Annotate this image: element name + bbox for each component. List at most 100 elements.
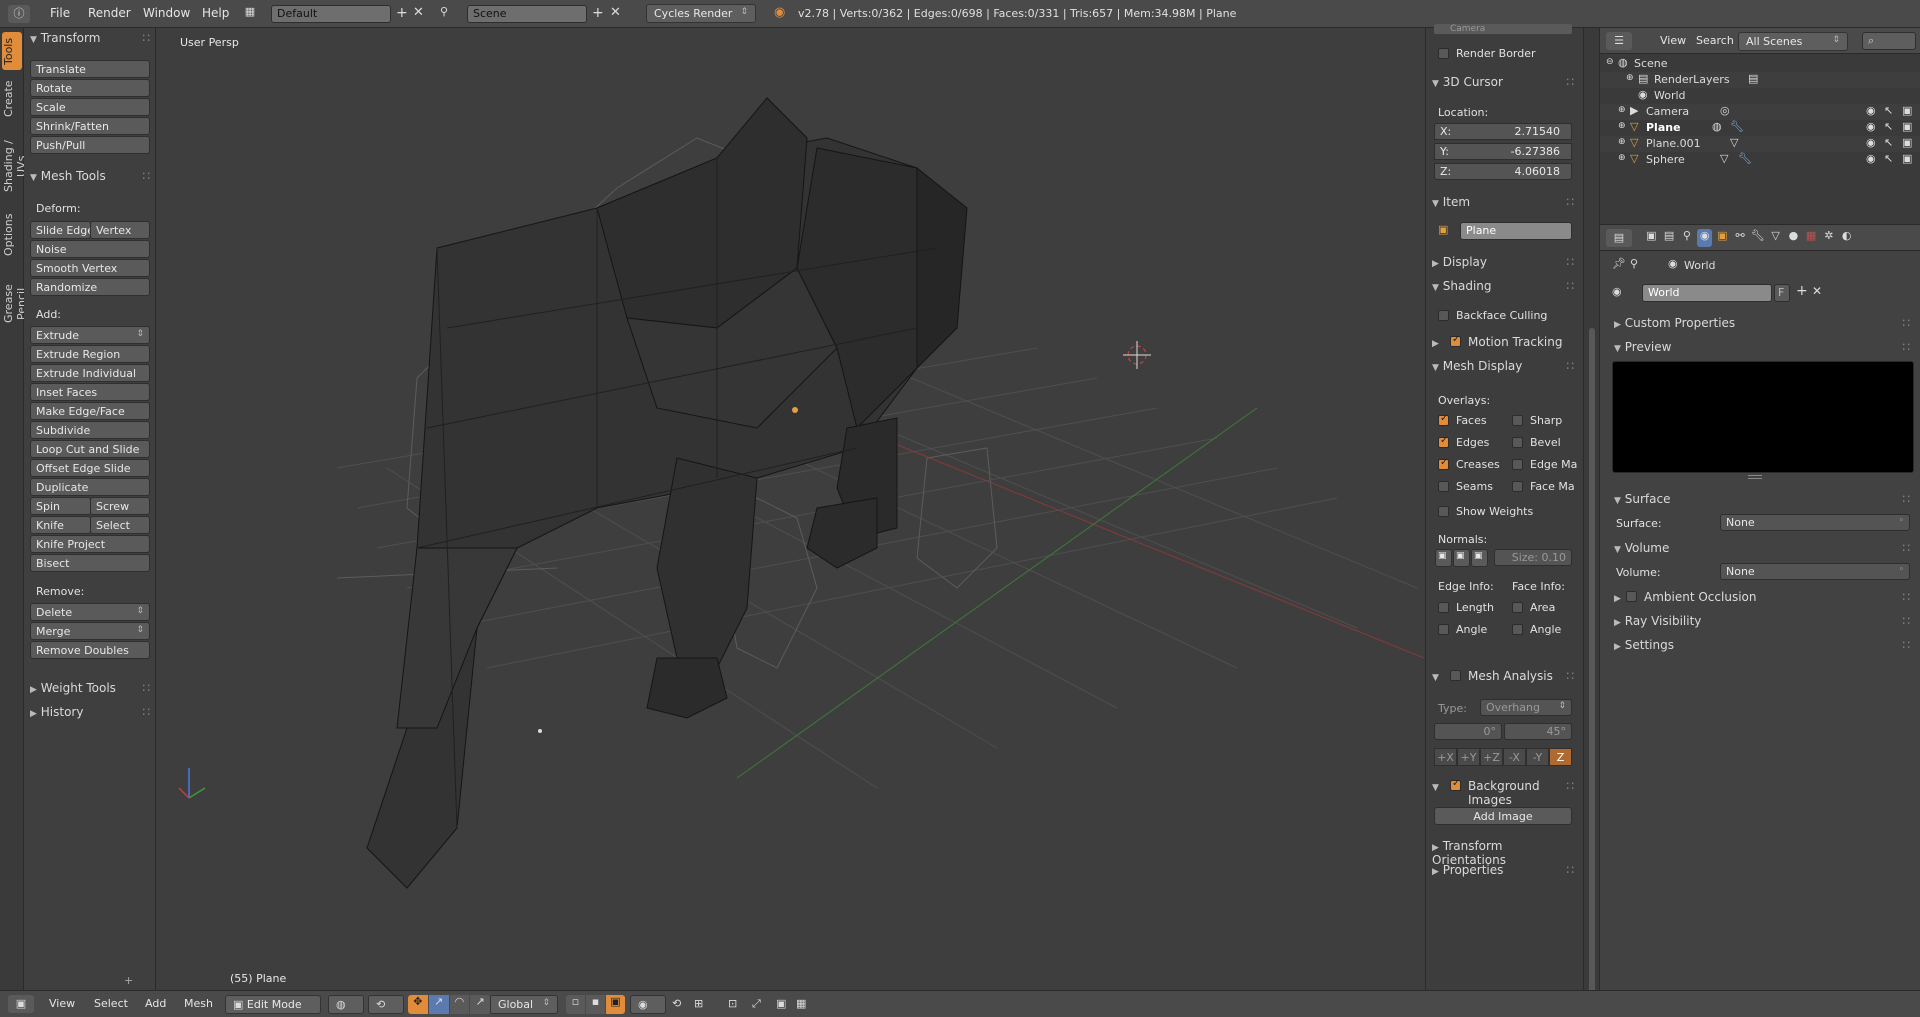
expand-icon[interactable]: ⊕	[1618, 153, 1626, 163]
delete-dropdown[interactable]: Delete ⇕	[30, 603, 150, 621]
face-normals-toggle[interactable]: ▣	[1471, 549, 1488, 567]
outliner-editor-icon[interactable]: ☰	[1606, 32, 1632, 50]
custom-properties-panel-header[interactable]: ▶ Custom Properties ∷	[1608, 313, 1916, 333]
mesh-display-panel-header[interactable]: ▼ Mesh Display ∷	[1426, 356, 1580, 376]
edge-marks-checkbox[interactable]	[1512, 459, 1523, 470]
axis-neg-y-button[interactable]: -Y	[1526, 748, 1549, 766]
constraints-tab-icon[interactable]: ⚯	[1733, 229, 1748, 247]
background-images-checkbox[interactable]	[1450, 778, 1461, 791]
tab-grease-pencil[interactable]: Grease Pencil	[2, 264, 28, 344]
merge-dropdown[interactable]: Merge ⇕	[30, 622, 150, 640]
proportional-editing-dropdown[interactable]: ◉	[630, 995, 666, 1014]
visibility-eye-icon[interactable]: ◉	[1866, 152, 1876, 165]
axis-neg-z-button[interactable]: Z	[1549, 748, 1572, 766]
scale-manipulator-icon[interactable]: ↗	[470, 995, 490, 1014]
outliner-search-field[interactable]: ⌕	[1862, 32, 1916, 50]
world-tab-icon[interactable]: ◉	[1697, 229, 1712, 247]
loop-normals-toggle[interactable]: ▣	[1453, 549, 1470, 567]
ray-visibility-panel-header[interactable]: ▶ Ray Visibility ∷	[1608, 611, 1916, 631]
mesh-tools-panel-header[interactable]: ▼ Mesh Tools ∷	[24, 166, 156, 186]
subdivide-button[interactable]: Subdivide	[30, 421, 150, 439]
backface-culling-checkbox[interactable]	[1438, 310, 1449, 321]
physics-tab-icon[interactable]: ◐	[1839, 229, 1854, 247]
bottom-menu-view[interactable]: View	[49, 997, 75, 1010]
outliner-row-world[interactable]: ◉ World	[1600, 88, 1920, 104]
motion-tracking-checkbox[interactable]	[1450, 334, 1461, 347]
close-layout-icon[interactable]: ✕	[413, 5, 424, 20]
settings-panel-header[interactable]: ▶ Settings ∷	[1608, 635, 1916, 655]
knife-project-button[interactable]: Knife Project	[30, 535, 150, 553]
scale-button[interactable]: Scale	[30, 98, 150, 116]
axis-pos-z-button[interactable]: +Z	[1480, 748, 1503, 766]
opengl-render-icon[interactable]: ▣	[776, 997, 786, 1010]
noise-button[interactable]: Noise	[30, 240, 150, 258]
cursor-x-field[interactable]: X: 2.71540	[1434, 123, 1572, 140]
preview-panel-header[interactable]: ▼ Preview ∷	[1608, 337, 1916, 357]
extrude-dropdown[interactable]: Extrude ⇕	[30, 326, 150, 344]
history-panel-header[interactable]: ▶ History ∷	[24, 702, 156, 722]
visibility-eye-icon[interactable]: ◉	[1866, 120, 1876, 133]
edge-select-icon[interactable]: ▪	[586, 995, 605, 1014]
extrude-region-button[interactable]: Extrude Region	[30, 345, 150, 363]
slide-vertex-button[interactable]: Vertex	[90, 221, 150, 239]
outliner-row-sphere[interactable]: ⊕ ▽ Sphere ▽ 🔧︎ ◉ ↖ ▣	[1600, 152, 1920, 168]
renderability-camera-icon[interactable]: ▣	[1902, 136, 1912, 149]
unlink-world-icon[interactable]: ✕	[1812, 284, 1822, 298]
add-image-button[interactable]: Add Image	[1434, 807, 1572, 825]
expand-icon[interactable]: ⊕	[1618, 105, 1626, 115]
tab-tools[interactable]: Tools	[2, 32, 22, 70]
transform-orientation-dropdown[interactable]: Global ⇕	[490, 995, 558, 1014]
renderability-camera-icon[interactable]: ▣	[1902, 104, 1912, 117]
shading-panel-header[interactable]: ▼ Shading ∷	[1426, 276, 1580, 296]
remove-doubles-button[interactable]: Remove Doubles	[30, 641, 150, 659]
seams-checkbox[interactable]	[1438, 481, 1449, 492]
pin-icon[interactable]: 📌︎	[1612, 257, 1626, 270]
screen-layout-icon[interactable]: ▦	[242, 5, 258, 23]
opengl-animation-icon[interactable]: ▦	[796, 997, 806, 1010]
selectability-cursor-icon[interactable]: ↖	[1884, 136, 1893, 149]
render-engine-dropdown[interactable]: Cycles Render ⇕	[646, 4, 756, 23]
snap-icon[interactable]: ⟲	[672, 997, 681, 1010]
screw-button[interactable]: Screw	[90, 497, 150, 515]
selectability-cursor-icon[interactable]: ↖	[1884, 104, 1893, 117]
outliner-row-plane[interactable]: ⊕ ▽ Plane ◍ 🔧︎ ◉ ↖ ▣	[1600, 120, 1920, 136]
transform-orientations-panel-header[interactable]: ▶ Transform Orientations	[1426, 836, 1580, 867]
face-marks-checkbox[interactable]	[1512, 481, 1523, 492]
bottom-menu-add[interactable]: Add	[145, 997, 166, 1010]
show-weights-checkbox[interactable]	[1438, 506, 1449, 517]
viewport-shading-dropdown[interactable]: ◍	[328, 995, 364, 1014]
normals-size-field[interactable]: Size: 0.10	[1494, 549, 1572, 566]
vertex-normals-toggle[interactable]: ▣	[1435, 549, 1452, 567]
offset-edge-slide-button[interactable]: Offset Edge Slide	[30, 459, 150, 477]
render-border-checkbox[interactable]	[1438, 48, 1449, 59]
translate-manipulator-icon[interactable]: ↗	[428, 995, 449, 1014]
renderability-camera-icon[interactable]: ▣	[1902, 152, 1912, 165]
axis-neg-x-button[interactable]: -X	[1503, 748, 1526, 766]
info-icon[interactable]: ⓘ	[8, 5, 30, 23]
smooth-vertex-button[interactable]: Smooth Vertex	[30, 259, 150, 277]
creases-checkbox[interactable]	[1438, 457, 1449, 470]
transform-panel-header[interactable]: ▼ Transform ∷	[24, 28, 156, 48]
fake-user-button[interactable]: F	[1774, 284, 1790, 302]
menu-help[interactable]: Help	[202, 6, 229, 20]
world-datablock-icon[interactable]: ◉	[1612, 285, 1622, 298]
face-angle-checkbox[interactable]	[1512, 624, 1523, 635]
outliner-search-menu[interactable]: Search	[1696, 34, 1734, 47]
outliner-row-camera[interactable]: ⊕ ▶ Camera ◎ ◉ ↖ ▣	[1600, 104, 1920, 120]
expand-icon[interactable]: ⊖	[1606, 57, 1614, 67]
outliner-row-renderlayers[interactable]: ⊕ ▤ RenderLayers ▤	[1600, 72, 1920, 88]
scene-icon[interactable]: ⚲	[440, 5, 448, 18]
item-panel-header[interactable]: ▼ Item ∷	[1426, 192, 1580, 212]
length-checkbox[interactable]	[1438, 602, 1449, 613]
analysis-type-dropdown[interactable]: Overhang ⇕	[1480, 699, 1572, 716]
face-select-icon[interactable]: ▣	[606, 995, 625, 1014]
properties-panel-header[interactable]: ▶ Properties ∷	[1426, 860, 1580, 880]
surface-shader-dropdown[interactable]: None ◦	[1720, 514, 1910, 531]
analysis-max-field[interactable]: 45°	[1504, 723, 1572, 740]
menu-render[interactable]: Render	[88, 6, 131, 20]
surface-panel-header[interactable]: ▼ Surface ∷	[1608, 489, 1916, 509]
bottom-menu-select[interactable]: Select	[94, 997, 128, 1010]
add-world-icon[interactable]: +	[1796, 283, 1808, 299]
bisect-button[interactable]: Bisect	[30, 554, 150, 572]
inset-faces-button[interactable]: Inset Faces	[30, 383, 150, 401]
